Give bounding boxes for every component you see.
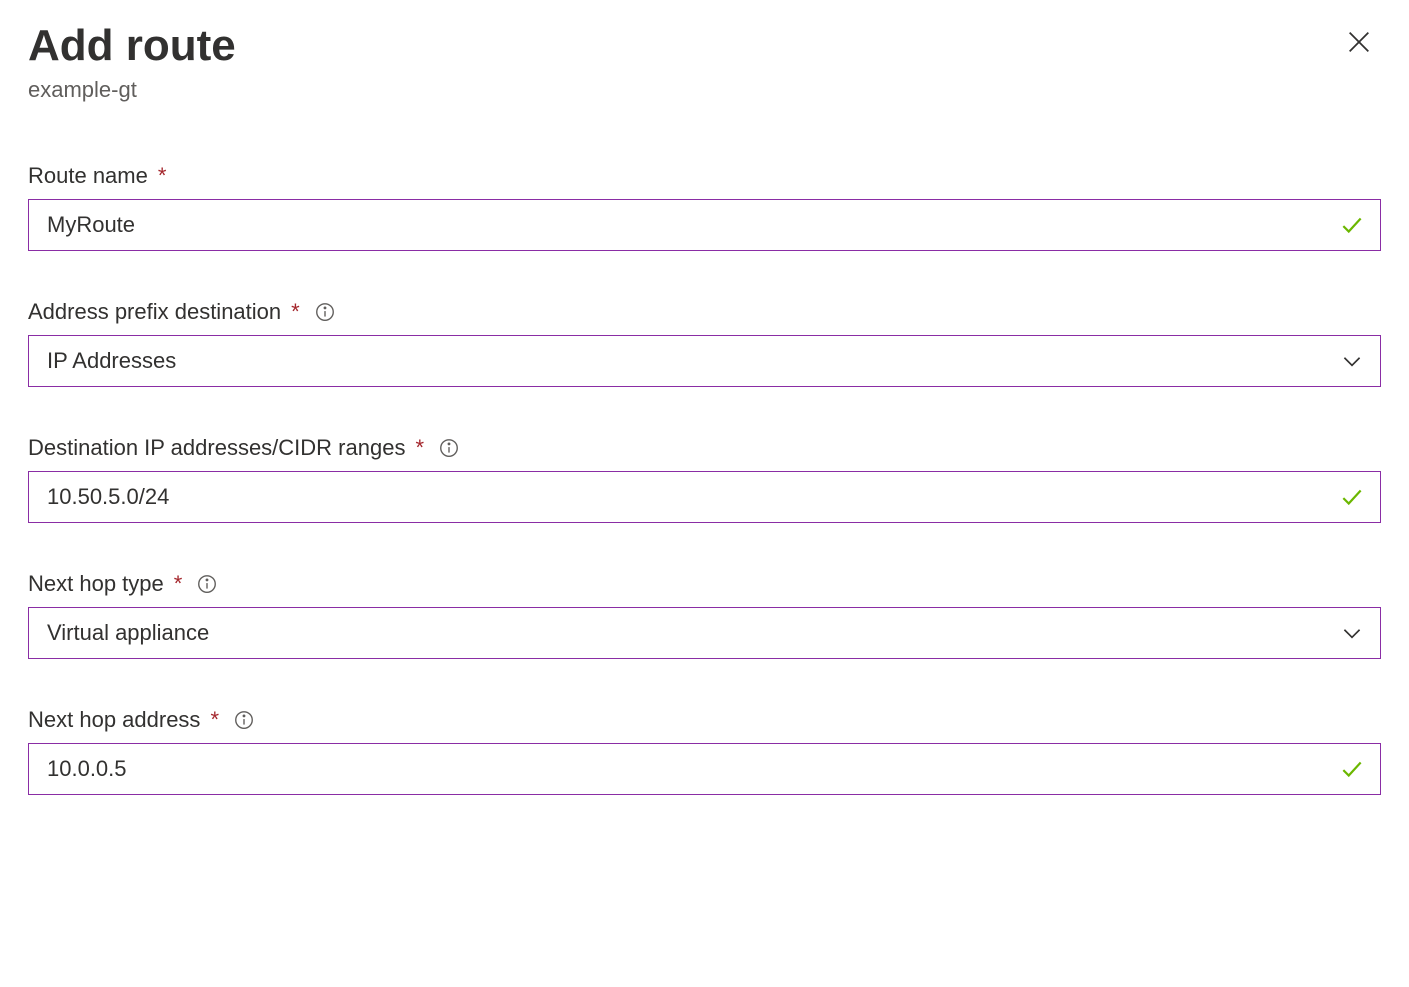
address-prefix-label-row: Address prefix destination *: [28, 299, 1381, 325]
destination-cidr-input-wrapper: [28, 471, 1381, 523]
next-hop-address-label-row: Next hop address *: [28, 707, 1381, 733]
next-hop-address-group: Next hop address *: [28, 707, 1381, 795]
address-prefix-value: IP Addresses: [47, 348, 176, 374]
route-name-input[interactable]: [28, 199, 1381, 251]
info-icon[interactable]: [233, 709, 255, 731]
page-subtitle: example-gt: [28, 77, 236, 103]
next-hop-type-label: Next hop type: [28, 571, 164, 597]
route-name-input-wrapper: [28, 199, 1381, 251]
required-indicator: *: [415, 435, 424, 461]
destination-cidr-label-row: Destination IP addresses/CIDR ranges *: [28, 435, 1381, 461]
address-prefix-group: Address prefix destination * IP Addresse…: [28, 299, 1381, 387]
close-icon: [1345, 28, 1373, 59]
address-prefix-label: Address prefix destination: [28, 299, 281, 325]
required-indicator: *: [174, 571, 183, 597]
required-indicator: *: [291, 299, 300, 325]
next-hop-address-input[interactable]: [28, 743, 1381, 795]
next-hop-address-input-wrapper: [28, 743, 1381, 795]
address-prefix-select[interactable]: IP Addresses: [28, 335, 1381, 387]
panel-header: Add route example-gt: [28, 20, 1381, 103]
destination-cidr-group: Destination IP addresses/CIDR ranges *: [28, 435, 1381, 523]
info-icon[interactable]: [196, 573, 218, 595]
info-icon[interactable]: [438, 437, 460, 459]
header-text: Add route example-gt: [28, 20, 236, 103]
destination-cidr-label: Destination IP addresses/CIDR ranges: [28, 435, 405, 461]
required-indicator: *: [158, 163, 167, 189]
next-hop-type-value: Virtual appliance: [47, 620, 209, 646]
next-hop-address-label: Next hop address: [28, 707, 200, 733]
route-name-label-row: Route name *: [28, 163, 1381, 189]
route-name-group: Route name *: [28, 163, 1381, 251]
route-name-label: Route name: [28, 163, 148, 189]
address-prefix-select-wrapper: IP Addresses: [28, 335, 1381, 387]
required-indicator: *: [210, 707, 219, 733]
next-hop-type-label-row: Next hop type *: [28, 571, 1381, 597]
info-icon[interactable]: [314, 301, 336, 323]
close-button[interactable]: [1337, 20, 1381, 67]
page-title: Add route: [28, 20, 236, 73]
destination-cidr-input[interactable]: [28, 471, 1381, 523]
next-hop-type-select[interactable]: Virtual appliance: [28, 607, 1381, 659]
next-hop-type-group: Next hop type * Virtual appliance: [28, 571, 1381, 659]
next-hop-type-select-wrapper: Virtual appliance: [28, 607, 1381, 659]
